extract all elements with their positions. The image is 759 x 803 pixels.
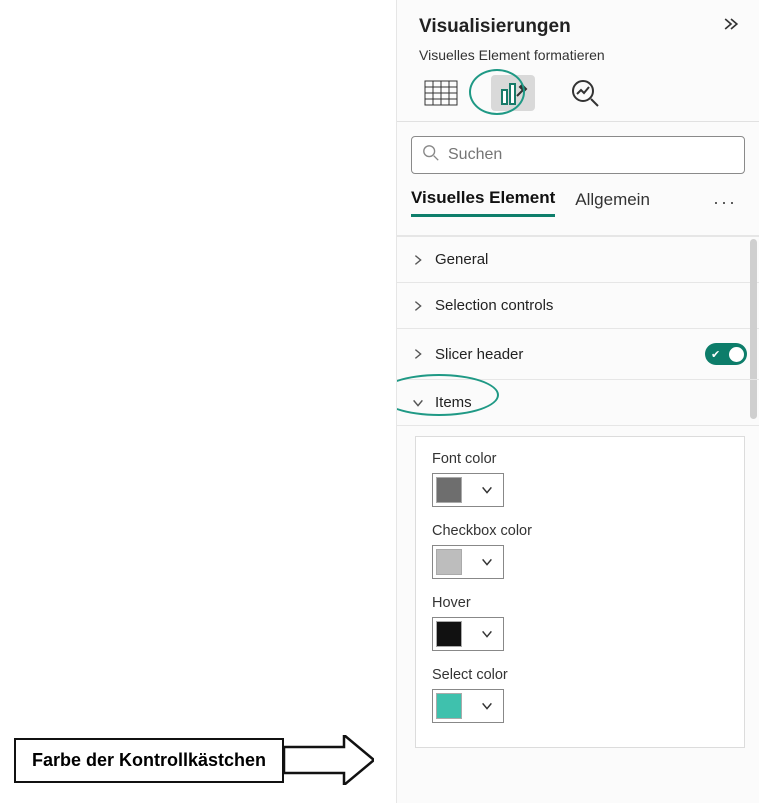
tab-general[interactable]: Allgemein [575, 190, 650, 216]
checkbox-color-label: Checkbox color [432, 523, 728, 539]
analytics-button[interactable] [563, 75, 607, 111]
hover-color-label: Hover [432, 595, 728, 611]
select-color-picker[interactable] [432, 689, 504, 723]
chevron-down-icon [480, 699, 494, 713]
format-visual-button[interactable] [491, 75, 535, 111]
tab-more-icon[interactable]: ··· [713, 192, 737, 213]
slicer-header-toggle[interactable]: ✔ [705, 343, 747, 365]
toggle-knob [729, 347, 744, 362]
check-icon: ✔ [711, 348, 720, 361]
tab-visual[interactable]: Visuelles Element [411, 188, 555, 217]
build-visual-button[interactable] [419, 75, 463, 111]
accordion-selection-controls[interactable]: Selection controls [397, 282, 759, 328]
chevron-down-icon [411, 396, 425, 410]
font-color-swatch [436, 477, 462, 503]
checkbox-color-picker[interactable] [432, 545, 504, 579]
hover-color-swatch [436, 621, 462, 647]
chevron-down-icon [480, 483, 494, 497]
collapse-panel-icon[interactable] [721, 14, 741, 39]
chevron-down-icon [480, 555, 494, 569]
accordion-general[interactable]: General [397, 236, 759, 282]
accordion-selection-label: Selection controls [435, 297, 553, 314]
accordion-items[interactable]: Items [397, 379, 759, 425]
items-panel: Font color Checkbox color Hover [415, 436, 745, 748]
chevron-right-icon [411, 253, 425, 267]
callout-label: Farbe der Kontrollkästchen [14, 738, 284, 783]
chevron-right-icon [411, 299, 425, 313]
checkbox-color-swatch [436, 549, 462, 575]
panel-subtitle: Visuelles Element formatieren [397, 43, 759, 69]
accordion-items-label: Items [435, 394, 472, 411]
callout-arrow-icon [284, 735, 374, 785]
accordion-slicer-label: Slicer header [435, 346, 523, 363]
select-color-label: Select color [432, 667, 728, 683]
search-input[interactable] [448, 146, 734, 164]
accordion-slicer-header[interactable]: Slicer header ✔ [397, 328, 759, 379]
panel-title: Visualisierungen [419, 16, 571, 38]
chevron-down-icon [480, 627, 494, 641]
search-icon [422, 144, 440, 167]
search-field[interactable] [411, 136, 745, 174]
hover-color-picker[interactable] [432, 617, 504, 651]
select-color-swatch [436, 693, 462, 719]
chevron-right-icon [411, 347, 425, 361]
font-color-label: Font color [432, 451, 728, 467]
accordion-general-label: General [435, 251, 488, 268]
font-color-picker[interactable] [432, 473, 504, 507]
